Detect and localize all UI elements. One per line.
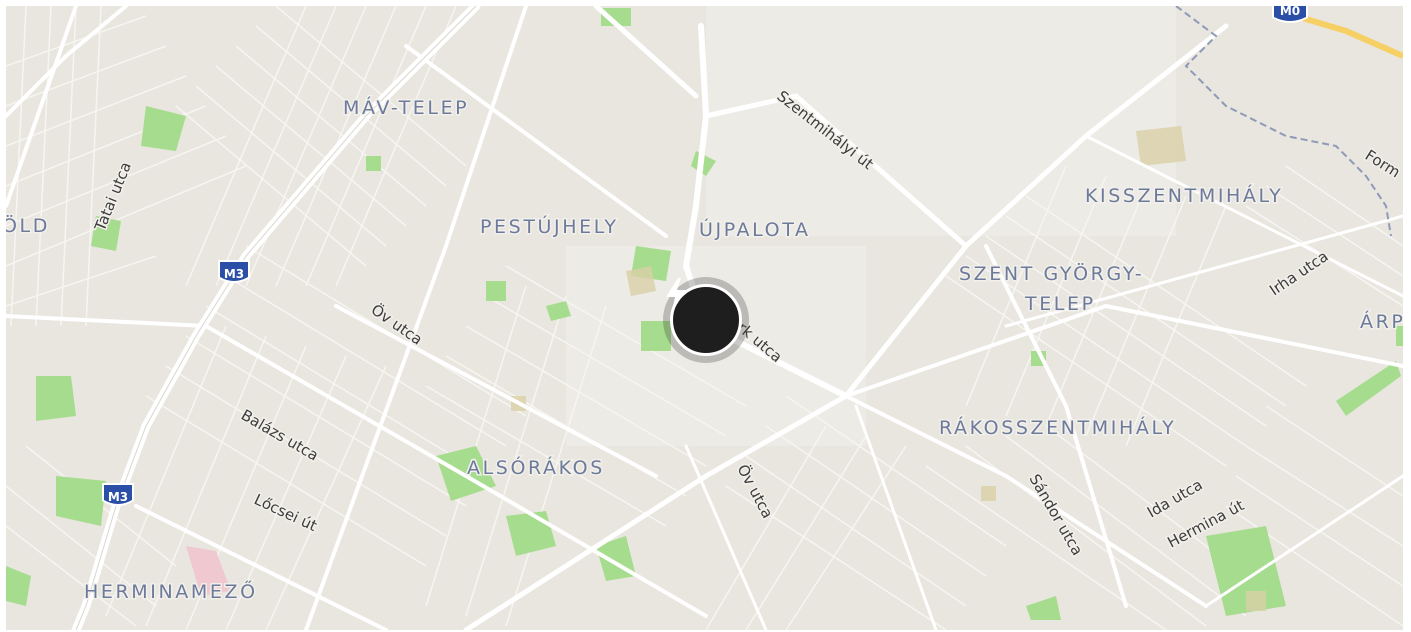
map-canvas[interactable]: M3 M3 M0 MÁV-TELEP PESTÚJHELY ÚJPALOTA K…: [6, 6, 1403, 630]
svg-text:M3: M3: [224, 267, 244, 281]
district-label-arp-partial: ÁRP: [1360, 310, 1403, 333]
district-label-alsorakos: ALSÓRÁKOS: [467, 455, 605, 479]
district-label-szent-gyorgy-telep-2: TELEP: [1024, 293, 1096, 315]
district-label-szent-gyorgy-telep: SZENT GYÖRGY-: [959, 262, 1144, 285]
district-label-rakosszentmihaly: RÁKOSSZENTMIHÁLY: [939, 416, 1176, 439]
charging-station-marker[interactable]: [663, 277, 749, 363]
m3-shield-top: M3: [218, 260, 250, 283]
lightning-bolt-icon: [666, 278, 686, 312]
district-label-kisszentmihaly: KISSZENTMIHÁLY: [1085, 184, 1283, 207]
m0-shield: M0: [1272, 6, 1308, 23]
district-label-herminamezo: HERMINAMEZŐ: [84, 579, 258, 603]
district-label-mav-telep: MÁV-TELEP: [343, 96, 469, 119]
svg-text:M3: M3: [108, 490, 128, 504]
marker-body: [666, 278, 742, 356]
district-label-pestujhely: PESTÚJHELY: [480, 214, 619, 238]
district-label-old-partial: ÖLD: [6, 214, 50, 237]
svg-text:M0: M0: [1280, 6, 1300, 18]
m3-shield-bottom: M3: [102, 483, 134, 506]
district-label-ujpalota: ÚJPALOTA: [699, 217, 811, 241]
